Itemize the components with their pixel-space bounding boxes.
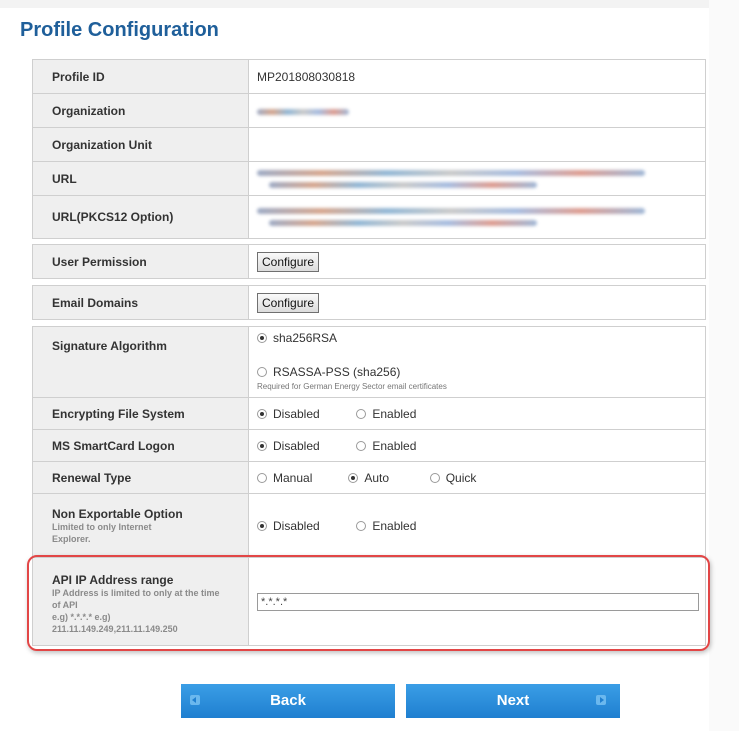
sig-option-row: RSASSA-PSS (sha256) Required for German …	[257, 365, 705, 391]
organization-label: Organization	[32, 93, 249, 128]
next-button[interactable]: Next	[406, 684, 620, 718]
right-arrow-icon	[596, 695, 606, 705]
table-row: Organization	[32, 93, 706, 128]
url-pkcs12-label: URL(PKCS12 Option)	[32, 195, 249, 239]
top-strip	[0, 0, 739, 8]
organization-unit-label: Organization Unit	[32, 127, 249, 162]
user-permission-configure-button[interactable]: Configure	[257, 251, 320, 272]
renewal-manual-label: Manual	[273, 470, 313, 485]
nonexport-enabled-label: Enabled	[372, 518, 417, 533]
signature-algorithm-label: Signature Algorithm	[32, 326, 249, 398]
user-permission-label: User Permission	[32, 244, 249, 279]
url-label: URL	[32, 161, 249, 196]
api-ip-label-cell: API IP Address range IP Address is limit…	[32, 557, 249, 646]
table-row: URL(PKCS12 Option)	[32, 195, 706, 239]
sig-sha256rsa-radio[interactable]	[257, 333, 267, 343]
nonexport-enabled-radio[interactable]	[356, 520, 367, 531]
non-exportable-sublabel: Limited to only Internet Explorer.	[52, 521, 152, 544]
table-row: MS SmartCard Logon Disabled Enabled	[32, 429, 706, 462]
renewal-auto-label: Auto	[364, 470, 390, 485]
email-domains-configure-button[interactable]: Configure	[257, 292, 320, 313]
efs-disabled-label: Disabled	[273, 406, 320, 421]
api-ip-example-values: 211.11.149.249,211.11.149.250	[52, 623, 178, 634]
efs-enabled-label: Enabled	[372, 406, 417, 421]
non-exportable-label-cell: Non Exportable Option Limited to only In…	[32, 493, 249, 558]
page-title: Profile Configuration	[20, 19, 219, 41]
profile-id-label: Profile ID	[32, 59, 249, 94]
user-permission-cell: Configure	[248, 244, 706, 279]
ms-smartcard-label: MS SmartCard Logon	[32, 429, 249, 462]
non-exportable-cell: Disabled Enabled	[248, 493, 706, 558]
renewal-manual-radio[interactable]	[257, 472, 267, 483]
api-ip-cell	[248, 557, 706, 646]
api-ip-input[interactable]	[257, 592, 699, 611]
table-row: Signature Algorithm sha256RSA RSASSA-PSS…	[32, 326, 706, 398]
efs-cell: Disabled Enabled	[248, 397, 706, 430]
efs-disabled-radio[interactable]	[257, 408, 267, 419]
url-pkcs12-value	[248, 195, 706, 239]
signature-algorithm-cell: sha256RSA RSASSA-PSS (sha256) Required f…	[248, 326, 706, 398]
table-row: Encrypting File System Disabled Enabled	[32, 397, 706, 430]
renewal-quick-label: Quick	[445, 470, 477, 485]
nonexport-disabled-radio[interactable]	[257, 520, 267, 531]
organization-unit-value	[248, 127, 706, 162]
table-row: Renewal Type Manual Auto Quick	[32, 461, 706, 494]
back-button-label: Back	[270, 692, 306, 709]
ms-disabled-label: Disabled	[273, 438, 320, 453]
sig-option-hint: Required for German Energy Sector email …	[257, 382, 447, 391]
renewal-type-label: Renewal Type	[32, 461, 249, 494]
next-button-label: Next	[496, 692, 530, 709]
table-row: Profile ID MP201808030818	[32, 59, 706, 94]
profile-id-value: MP201808030818	[248, 59, 706, 94]
organization-value	[248, 93, 706, 128]
table-row: Organization Unit	[32, 127, 706, 162]
sig-option-row: sha256RSA	[257, 331, 705, 357]
table-row: User Permission Configure	[32, 244, 706, 279]
nonexport-disabled-label: Disabled	[273, 518, 320, 533]
profile-table: Profile ID MP201808030818 Organization O…	[32, 59, 706, 239]
efs-label: Encrypting File System	[32, 397, 249, 430]
table-row: Non Exportable Option Limited to only In…	[32, 493, 706, 558]
left-arrow-icon	[190, 695, 200, 705]
table-row: API IP Address range IP Address is limit…	[32, 557, 706, 646]
sig-sha256rsa-label: sha256RSA	[273, 331, 338, 345]
email-domains-table: Email Domains Configure	[32, 285, 706, 320]
email-domains-label: Email Domains	[32, 285, 249, 320]
redacted-url-line	[269, 220, 537, 226]
ms-smartcard-cell: Disabled Enabled	[248, 429, 706, 462]
table-row: Email Domains Configure	[32, 285, 706, 320]
user-permission-table: User Permission Configure	[32, 244, 706, 279]
url-value	[248, 161, 706, 196]
efs-enabled-radio[interactable]	[356, 408, 367, 419]
table-row: URL	[32, 161, 706, 196]
non-exportable-label: Non Exportable Option	[52, 506, 183, 521]
ms-disabled-radio[interactable]	[257, 440, 267, 451]
email-domains-cell: Configure	[248, 285, 706, 320]
api-ip-label: API IP Address range	[52, 572, 174, 587]
api-ip-example: e.g) *.*.*.* e.g)	[52, 611, 111, 622]
redacted-url-line	[257, 169, 645, 176]
renewal-auto-radio[interactable]	[348, 472, 359, 483]
api-ip-sublabel: IP Address is limited to only at the tim…	[52, 587, 220, 610]
renewal-type-cell: Manual Auto Quick	[248, 461, 706, 494]
ms-enabled-label: Enabled	[372, 438, 417, 453]
ms-enabled-radio[interactable]	[356, 440, 367, 451]
redacted-organization	[257, 108, 349, 115]
sig-rsassa-pss-radio[interactable]	[257, 367, 267, 377]
right-shade	[709, 0, 739, 731]
redacted-url-line	[257, 208, 645, 214]
back-button[interactable]: Back	[181, 684, 395, 718]
sig-rsassa-pss-label: RSASSA-PSS (sha256)	[273, 365, 401, 379]
settings-table: Signature Algorithm sha256RSA RSASSA-PSS…	[32, 326, 706, 646]
renewal-quick-radio[interactable]	[429, 472, 440, 483]
redacted-url-line	[269, 181, 537, 188]
